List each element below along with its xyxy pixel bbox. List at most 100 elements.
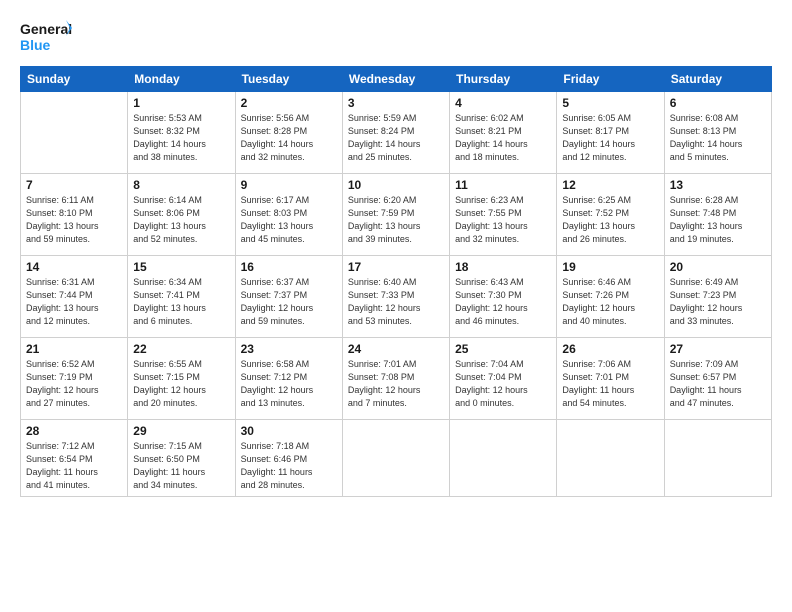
day-info: Sunrise: 6:20 AM Sunset: 7:59 PM Dayligh… — [348, 194, 444, 246]
day-number: 23 — [241, 342, 337, 356]
calendar-cell: 23 Sunrise: 6:58 AM Sunset: 7:12 PM Dayli… — [235, 338, 342, 420]
weekday-header-saturday: Saturday — [664, 67, 771, 92]
calendar-cell — [664, 420, 771, 497]
page: General Blue SundayMondayTuesdayWednesda… — [0, 0, 792, 612]
calendar-cell: 30 Sunrise: 7:18 AM Sunset: 6:46 PM Dayli… — [235, 420, 342, 497]
day-info: Sunrise: 6:58 AM Sunset: 7:12 PM Dayligh… — [241, 358, 337, 410]
day-info: Sunrise: 6:28 AM Sunset: 7:48 PM Dayligh… — [670, 194, 766, 246]
calendar-cell: 19 Sunrise: 6:46 AM Sunset: 7:26 PM Dayli… — [557, 256, 664, 338]
day-number: 6 — [670, 96, 766, 110]
day-number: 17 — [348, 260, 444, 274]
day-number: 30 — [241, 424, 337, 438]
calendar-week-row: 1Sunrise: 5:53 AM Sunset: 8:32 PM Daylig… — [21, 92, 772, 174]
calendar-cell: 6 Sunrise: 6:08 AM Sunset: 8:13 PM Daylig… — [664, 92, 771, 174]
day-number: 13 — [670, 178, 766, 192]
day-number: 19 — [562, 260, 658, 274]
day-number: 2 — [241, 96, 337, 110]
day-info: Sunrise: 6:11 AM Sunset: 8:10 PM Dayligh… — [26, 194, 122, 246]
day-info: Sunrise: 6:34 AM Sunset: 7:41 PM Dayligh… — [133, 276, 229, 328]
day-number: 5 — [562, 96, 658, 110]
calendar-cell: 7Sunrise: 6:11 AM Sunset: 8:10 PM Daylig… — [21, 174, 128, 256]
day-number: 14 — [26, 260, 122, 274]
calendar-cell: 16 Sunrise: 6:37 AM Sunset: 7:37 PM Dayli… — [235, 256, 342, 338]
logo: General Blue — [20, 18, 72, 56]
calendar-cell: 27 Sunrise: 7:09 AM Sunset: 6:57 PM Dayli… — [664, 338, 771, 420]
day-info: Sunrise: 7:09 AM Sunset: 6:57 PM Dayligh… — [670, 358, 766, 410]
day-info: Sunrise: 6:02 AM Sunset: 8:21 PM Dayligh… — [455, 112, 551, 164]
day-info: Sunrise: 6:08 AM Sunset: 8:13 PM Dayligh… — [670, 112, 766, 164]
day-number: 8 — [133, 178, 229, 192]
day-info: Sunrise: 6:40 AM Sunset: 7:33 PM Dayligh… — [348, 276, 444, 328]
day-number: 26 — [562, 342, 658, 356]
logo-svg: General Blue — [20, 18, 72, 56]
day-info: Sunrise: 7:18 AM Sunset: 6:46 PM Dayligh… — [241, 440, 337, 492]
calendar-cell: 18 Sunrise: 6:43 AM Sunset: 7:30 PM Dayli… — [450, 256, 557, 338]
svg-text:Blue: Blue — [20, 37, 51, 53]
day-info: Sunrise: 6:14 AM Sunset: 8:06 PM Dayligh… — [133, 194, 229, 246]
weekday-header-thursday: Thursday — [450, 67, 557, 92]
calendar-table: SundayMondayTuesdayWednesdayThursdayFrid… — [20, 66, 772, 497]
day-info: Sunrise: 7:15 AM Sunset: 6:50 PM Dayligh… — [133, 440, 229, 492]
calendar-cell: 3Sunrise: 5:59 AM Sunset: 8:24 PM Daylig… — [342, 92, 449, 174]
calendar-cell: 2 Sunrise: 5:56 AM Sunset: 8:28 PM Daylig… — [235, 92, 342, 174]
day-info: Sunrise: 6:25 AM Sunset: 7:52 PM Dayligh… — [562, 194, 658, 246]
day-number: 21 — [26, 342, 122, 356]
day-number: 4 — [455, 96, 551, 110]
weekday-header-sunday: Sunday — [21, 67, 128, 92]
day-number: 24 — [348, 342, 444, 356]
day-number: 9 — [241, 178, 337, 192]
day-info: Sunrise: 6:49 AM Sunset: 7:23 PM Dayligh… — [670, 276, 766, 328]
day-info: Sunrise: 7:01 AM Sunset: 7:08 PM Dayligh… — [348, 358, 444, 410]
calendar-cell: 14 Sunrise: 6:31 AM Sunset: 7:44 PM Dayli… — [21, 256, 128, 338]
calendar-cell: 9 Sunrise: 6:17 AM Sunset: 8:03 PM Daylig… — [235, 174, 342, 256]
day-info: Sunrise: 7:06 AM Sunset: 7:01 PM Dayligh… — [562, 358, 658, 410]
calendar-cell: 21 Sunrise: 6:52 AM Sunset: 7:19 PM Dayli… — [21, 338, 128, 420]
day-info: Sunrise: 6:17 AM Sunset: 8:03 PM Dayligh… — [241, 194, 337, 246]
calendar-cell: 17 Sunrise: 6:40 AM Sunset: 7:33 PM Dayli… — [342, 256, 449, 338]
day-info: Sunrise: 5:59 AM Sunset: 8:24 PM Dayligh… — [348, 112, 444, 164]
day-info: Sunrise: 6:37 AM Sunset: 7:37 PM Dayligh… — [241, 276, 337, 328]
day-info: Sunrise: 6:46 AM Sunset: 7:26 PM Dayligh… — [562, 276, 658, 328]
day-number: 27 — [670, 342, 766, 356]
calendar-cell: 26 Sunrise: 7:06 AM Sunset: 7:01 PM Dayli… — [557, 338, 664, 420]
day-number: 16 — [241, 260, 337, 274]
calendar-cell: 25Sunrise: 7:04 AM Sunset: 7:04 PM Dayli… — [450, 338, 557, 420]
day-info: Sunrise: 7:12 AM Sunset: 6:54 PM Dayligh… — [26, 440, 122, 492]
day-number: 22 — [133, 342, 229, 356]
calendar-cell — [21, 92, 128, 174]
calendar-cell: 29 Sunrise: 7:15 AM Sunset: 6:50 PM Dayli… — [128, 420, 235, 497]
calendar-cell: 15 Sunrise: 6:34 AM Sunset: 7:41 PM Dayli… — [128, 256, 235, 338]
calendar-week-row: 21 Sunrise: 6:52 AM Sunset: 7:19 PM Dayli… — [21, 338, 772, 420]
day-number: 20 — [670, 260, 766, 274]
day-number: 15 — [133, 260, 229, 274]
calendar-cell — [557, 420, 664, 497]
calendar-cell: 5Sunrise: 6:05 AM Sunset: 8:17 PM Daylig… — [557, 92, 664, 174]
day-number: 28 — [26, 424, 122, 438]
header: General Blue — [20, 18, 772, 56]
calendar-cell: 22Sunrise: 6:55 AM Sunset: 7:15 PM Dayli… — [128, 338, 235, 420]
calendar-cell — [342, 420, 449, 497]
day-info: Sunrise: 6:23 AM Sunset: 7:55 PM Dayligh… — [455, 194, 551, 246]
day-number: 29 — [133, 424, 229, 438]
day-number: 10 — [348, 178, 444, 192]
day-info: Sunrise: 6:52 AM Sunset: 7:19 PM Dayligh… — [26, 358, 122, 410]
calendar-week-row: 28 Sunrise: 7:12 AM Sunset: 6:54 PM Dayli… — [21, 420, 772, 497]
day-info: Sunrise: 5:56 AM Sunset: 8:28 PM Dayligh… — [241, 112, 337, 164]
day-number: 1 — [133, 96, 229, 110]
weekday-header-monday: Monday — [128, 67, 235, 92]
calendar-week-row: 14 Sunrise: 6:31 AM Sunset: 7:44 PM Dayli… — [21, 256, 772, 338]
calendar-cell: 12Sunrise: 6:25 AM Sunset: 7:52 PM Dayli… — [557, 174, 664, 256]
day-number: 11 — [455, 178, 551, 192]
calendar-cell: 11 Sunrise: 6:23 AM Sunset: 7:55 PM Dayli… — [450, 174, 557, 256]
day-info: Sunrise: 6:43 AM Sunset: 7:30 PM Dayligh… — [455, 276, 551, 328]
calendar-cell: 8 Sunrise: 6:14 AM Sunset: 8:06 PM Daylig… — [128, 174, 235, 256]
day-number: 18 — [455, 260, 551, 274]
day-number: 25 — [455, 342, 551, 356]
weekday-header-friday: Friday — [557, 67, 664, 92]
calendar-cell: 10 Sunrise: 6:20 AM Sunset: 7:59 PM Dayli… — [342, 174, 449, 256]
weekday-header-tuesday: Tuesday — [235, 67, 342, 92]
calendar-header-row: SundayMondayTuesdayWednesdayThursdayFrid… — [21, 67, 772, 92]
calendar-cell: 24 Sunrise: 7:01 AM Sunset: 7:08 PM Dayli… — [342, 338, 449, 420]
svg-text:General: General — [20, 21, 72, 37]
day-info: Sunrise: 6:31 AM Sunset: 7:44 PM Dayligh… — [26, 276, 122, 328]
